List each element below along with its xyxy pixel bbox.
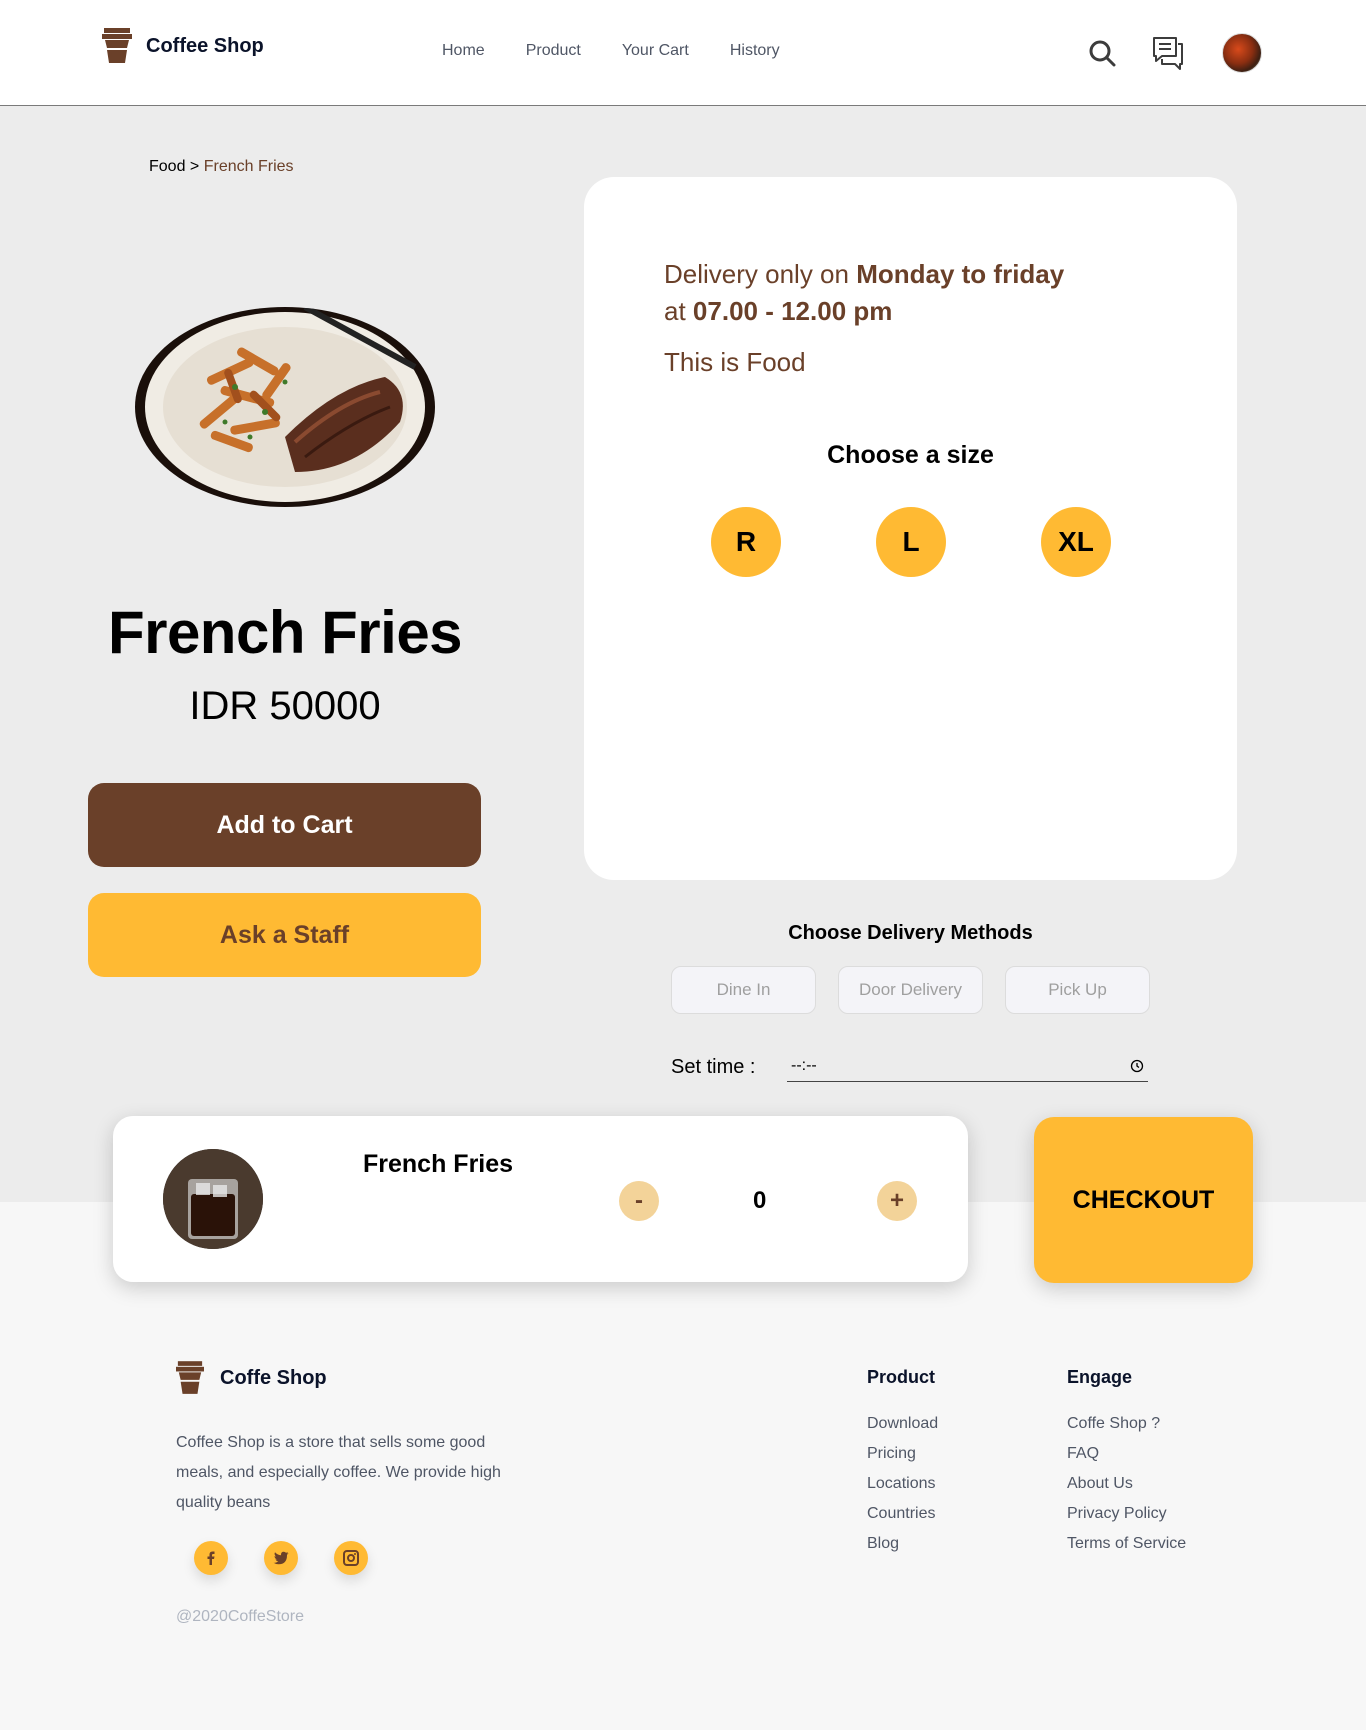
- pick-up-button[interactable]: Pick Up: [1005, 966, 1150, 1014]
- quantity-value: 0: [753, 1187, 767, 1214]
- checkout-button[interactable]: CHECKOUT: [1034, 1117, 1253, 1283]
- footer-link-privacy-policy[interactable]: Privacy Policy: [1067, 1499, 1186, 1529]
- breadcrumb: Food > French Fries: [149, 158, 294, 176]
- footer-link-download[interactable]: Download: [867, 1409, 938, 1439]
- delivery-at: at: [664, 296, 693, 326]
- cart-item-name: French Fries: [363, 1150, 514, 1178]
- dine-in-button[interactable]: Dine In: [671, 966, 816, 1014]
- clock-icon[interactable]: [1130, 1059, 1144, 1073]
- footer-link-coffe-shop[interactable]: Coffe Shop ?: [1067, 1409, 1186, 1439]
- time-value: --:--: [791, 1056, 817, 1074]
- cart-item-image: [163, 1149, 263, 1249]
- chat-icon[interactable]: [1152, 36, 1184, 70]
- footer-link-faq[interactable]: FAQ: [1067, 1439, 1186, 1469]
- social-links: [194, 1541, 368, 1575]
- delivery-hours: 07.00 - 12.00 pm: [692, 296, 893, 326]
- footer-engage-column: Engage Coffe Shop ? FAQ About Us Privacy…: [1067, 1367, 1186, 1559]
- avatar[interactable]: [1222, 33, 1262, 73]
- footer-link-pricing[interactable]: Pricing: [867, 1439, 938, 1469]
- twitter-icon[interactable]: [264, 1541, 298, 1575]
- coffee-cup-icon: [102, 28, 132, 63]
- brand-logo[interactable]: Coffee Shop: [102, 28, 264, 64]
- nav-product[interactable]: Product: [526, 42, 581, 60]
- footer-brand-name: Coffe Shop: [220, 1366, 327, 1389]
- add-to-cart-button[interactable]: Add to Cart: [88, 783, 481, 867]
- nav-your-cart[interactable]: Your Cart: [622, 42, 689, 60]
- size-l-button[interactable]: L: [876, 507, 946, 577]
- delivery-methods-title: Choose Delivery Methods: [788, 922, 1033, 944]
- product-price: IDR 50000: [189, 684, 381, 728]
- brand-name: Coffee Shop: [146, 34, 264, 57]
- footer-link-countries[interactable]: Countries: [867, 1499, 938, 1529]
- time-input[interactable]: --:--: [787, 1050, 1148, 1082]
- footer-link-about-us[interactable]: About Us: [1067, 1469, 1186, 1499]
- set-time-label: Set time :: [671, 1056, 756, 1078]
- breadcrumb-current: French Fries: [203, 158, 294, 175]
- product-description: This is Food: [664, 347, 806, 377]
- instagram-icon[interactable]: [334, 1541, 368, 1575]
- footer-description: Coffee Shop is a store that sells some g…: [176, 1434, 501, 1511]
- size-title: Choose a size: [827, 441, 994, 469]
- decrease-quantity-button[interactable]: -: [619, 1181, 659, 1221]
- breadcrumb-parent[interactable]: Food: [149, 158, 185, 175]
- footer-engage-title: Engage: [1067, 1367, 1133, 1387]
- top-header: Coffee Shop Home Product Your Cart Histo…: [0, 0, 1366, 106]
- delivery-days: Monday to friday: [856, 259, 1065, 289]
- header-actions: [1088, 33, 1262, 73]
- nav-history[interactable]: History: [730, 42, 780, 60]
- footer-product-column: Product Download Pricing Locations Count…: [867, 1367, 938, 1559]
- breadcrumb-separator: >: [189, 158, 200, 175]
- copyright: @2020CoffeStore: [176, 1608, 305, 1625]
- facebook-icon[interactable]: [194, 1541, 228, 1575]
- coffee-cup-icon: [176, 1361, 204, 1394]
- delivery-methods: Dine In Door Delivery Pick Up: [671, 966, 1150, 1014]
- product-image: [135, 307, 435, 507]
- product-details-card: Delivery only on Monday to friday at 07.…: [584, 177, 1237, 880]
- size-options: R L XL: [711, 507, 1111, 577]
- size-xl-button[interactable]: XL: [1041, 507, 1111, 577]
- delivery-info: Delivery only on Monday to friday at 07.…: [664, 256, 1084, 330]
- footer-product-title: Product: [867, 1367, 936, 1387]
- ask-staff-button[interactable]: Ask a Staff: [88, 893, 481, 977]
- delivery-prefix: Delivery only on: [664, 259, 857, 289]
- increase-quantity-button[interactable]: +: [877, 1181, 917, 1221]
- cart-summary-bar: French Fries - 0 +: [113, 1116, 968, 1282]
- search-icon[interactable]: [1088, 39, 1116, 67]
- door-delivery-button[interactable]: Door Delivery: [838, 966, 983, 1014]
- footer-link-blog[interactable]: Blog: [867, 1529, 938, 1559]
- main-nav: Home Product Your Cart History: [442, 42, 780, 60]
- footer-link-terms[interactable]: Terms of Service: [1067, 1529, 1186, 1559]
- footer-brand[interactable]: Coffe Shop: [176, 1361, 327, 1395]
- footer-link-locations[interactable]: Locations: [867, 1469, 938, 1499]
- product-title: French Fries: [107, 599, 463, 666]
- size-r-button[interactable]: R: [711, 507, 781, 577]
- nav-home[interactable]: Home: [442, 42, 485, 60]
